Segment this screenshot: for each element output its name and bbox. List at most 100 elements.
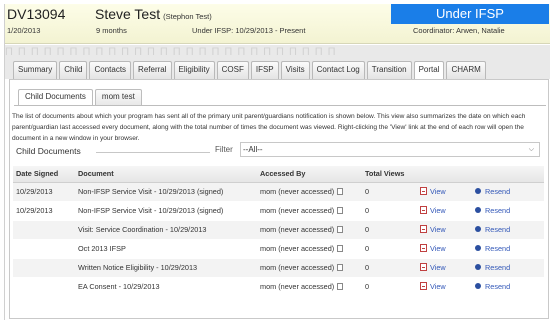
portal-subtabs: Child Documents mom test xyxy=(18,89,144,105)
cell-resend: Resend xyxy=(472,220,544,240)
child-age: 9 months xyxy=(96,26,127,35)
table-row: Visit: Service Coordination - 10/29/2013… xyxy=(13,220,544,240)
cell-view: View xyxy=(417,239,472,259)
filter-select[interactable]: --All-- ⌵ xyxy=(240,142,540,157)
table-row: Written Notice Eligibility - 10/29/2013 m… xyxy=(13,258,544,278)
main-tabs: Summary Child Contacts Referral Eligibility C… xyxy=(13,61,488,80)
pdf-icon xyxy=(420,263,427,271)
child-name-text: Steve Test xyxy=(95,6,161,22)
column-header-document[interactable]: Document xyxy=(75,166,257,183)
resend-icon xyxy=(475,264,481,270)
pdf-icon xyxy=(420,206,427,214)
cell-view: View xyxy=(417,182,472,202)
resend-link[interactable]: Resend xyxy=(475,187,510,196)
view-link[interactable]: View xyxy=(420,187,446,196)
subtab-mom-test[interactable]: mom test xyxy=(94,89,142,105)
resend-link[interactable]: Resend xyxy=(475,225,510,234)
accessed-by-text: mom (never accessed) xyxy=(260,244,335,253)
table-header-row: Date Signed Document Accessed By Total V… xyxy=(13,166,544,183)
resend-link[interactable]: Resend xyxy=(475,282,510,291)
document-icon xyxy=(337,245,344,252)
accessed-by-text: mom (never accessed) xyxy=(260,225,335,234)
view-link[interactable]: View xyxy=(420,225,446,234)
column-header-accessed-by[interactable]: Accessed By xyxy=(257,166,362,183)
pdf-icon xyxy=(420,225,427,233)
tab-charm[interactable]: CHARM xyxy=(446,61,486,79)
cell-document: Written Notice Eligibility - 10/29/2013 xyxy=(75,258,257,278)
cell-total-views: 0 xyxy=(362,277,417,297)
tab-transition[interactable]: Transition xyxy=(366,61,412,79)
tab-ifsp[interactable]: IFSP xyxy=(250,61,279,79)
cell-date-signed xyxy=(13,277,75,297)
tab-child[interactable]: Child xyxy=(59,61,88,79)
tab-visits[interactable]: Visits xyxy=(280,61,310,79)
resend-link[interactable]: Resend xyxy=(475,263,510,272)
resend-link[interactable]: Resend xyxy=(475,206,510,215)
chevron-down-icon[interactable]: ⌵ xyxy=(529,143,534,156)
accessed-by-text: mom (never accessed) xyxy=(260,206,335,215)
cell-accessed-by: mom (never accessed) xyxy=(257,277,362,297)
resend-label: Resend xyxy=(485,263,511,272)
resend-link[interactable]: Resend xyxy=(475,244,510,253)
document-icon xyxy=(337,207,344,214)
cell-total-views: 0 xyxy=(362,201,417,221)
view-link[interactable]: View xyxy=(420,282,446,291)
tab-eligibility[interactable]: Eligibility xyxy=(173,61,215,79)
resend-icon xyxy=(475,207,481,213)
cell-accessed-by: mom (never accessed) xyxy=(257,258,362,278)
cell-total-views: 0 xyxy=(362,258,417,278)
view-link[interactable]: View xyxy=(420,263,446,272)
date-of-birth: 1/20/2013 xyxy=(7,26,41,35)
tab-cosf[interactable]: COSF xyxy=(216,61,249,79)
cell-document: Non-IFSP Service Visit - 10/29/2013 (sig… xyxy=(75,201,257,221)
child-header: DV13094 Steve Test (Stephon Test) 1/20/20… xyxy=(5,4,550,44)
status-badge: Under IFSP xyxy=(391,4,549,24)
cell-view: View xyxy=(417,258,472,278)
tabbar-watermark: ПППППППППППППППППППППППППП xyxy=(5,46,341,58)
cell-total-views: 0 xyxy=(362,182,417,202)
coordinator-label: Coordinator: Arwen, Natalie xyxy=(413,26,505,35)
filter-value: --All-- xyxy=(243,145,263,154)
section-title: Child Documents xyxy=(16,146,81,156)
portal-description: The list of documents about which your p… xyxy=(12,113,526,142)
resend-label: Resend xyxy=(485,244,511,253)
column-header-total-views[interactable]: Total Views xyxy=(362,166,417,183)
view-label: View xyxy=(430,206,446,215)
column-header-date-signed[interactable]: Date Signed xyxy=(13,166,75,183)
filter-label: Filter xyxy=(215,145,233,154)
cell-resend: Resend xyxy=(472,182,544,202)
program-status: Under IFSP: 10/29/2013 - Present xyxy=(192,26,306,35)
resend-icon xyxy=(475,283,481,289)
tab-contacts[interactable]: Contacts xyxy=(89,61,132,79)
view-link[interactable]: View xyxy=(420,244,446,253)
tab-summary[interactable]: Summary xyxy=(13,61,58,79)
cell-resend: Resend xyxy=(472,201,544,221)
cell-resend: Resend xyxy=(472,258,544,278)
pdf-icon xyxy=(420,187,427,195)
resend-label: Resend xyxy=(485,282,511,291)
document-icon xyxy=(337,283,344,290)
resend-label: Resend xyxy=(485,187,511,196)
accessed-by-text: mom (never accessed) xyxy=(260,263,335,272)
cell-document: Visit: Service Coordination - 10/29/2013 xyxy=(75,220,257,240)
cell-date-signed xyxy=(13,239,75,259)
pdf-icon xyxy=(420,244,427,252)
app-frame: DV13094 Steve Test (Stephon Test) 1/20/20… xyxy=(4,4,550,320)
cell-view: View xyxy=(417,201,472,221)
tab-contact-log[interactable]: Contact Log xyxy=(311,61,365,79)
cell-document: EA Consent - 10/29/2013 xyxy=(75,277,257,297)
resend-icon xyxy=(475,188,481,194)
view-label: View xyxy=(430,244,446,253)
view-link[interactable]: View xyxy=(420,206,446,215)
table-row: Oct 2013 IFSP mom (never accessed) 0 View Re… xyxy=(13,239,544,259)
portal-panel: Child Documents mom test The list of docu… xyxy=(9,79,549,319)
cell-total-views: 0 xyxy=(362,239,417,259)
column-header-resend xyxy=(472,166,544,183)
resend-icon xyxy=(475,226,481,232)
tab-referral[interactable]: Referral xyxy=(133,61,172,79)
document-icon xyxy=(337,188,344,195)
view-label: View xyxy=(430,263,446,272)
tab-portal[interactable]: Portal xyxy=(413,61,445,80)
subtab-child-documents[interactable]: Child Documents xyxy=(18,89,93,105)
cell-view: View xyxy=(417,220,472,240)
